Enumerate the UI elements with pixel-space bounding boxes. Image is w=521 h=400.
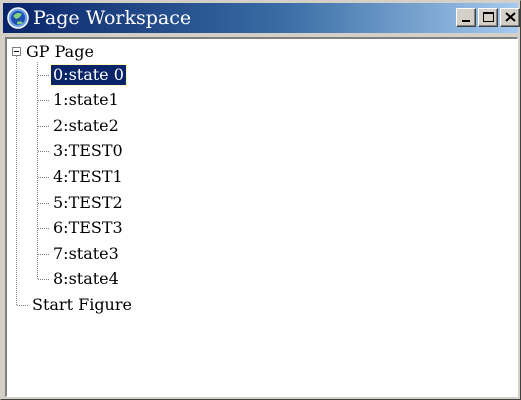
tree-item-start-figure[interactable]: Start Figure [30,295,134,315]
tree-item-test-2[interactable]: 5:TEST2 [51,193,125,213]
tree-item-state-3[interactable]: 7:state3 [51,244,121,264]
minimize-icon [462,20,470,22]
tree-root-gp-page[interactable]: GP Page [24,42,96,62]
minimize-button[interactable] [456,8,476,27]
tree-item-test-0[interactable]: 3:TEST0 [51,141,125,161]
page-tree-view[interactable]: GP Page 0:state 0 1:state1 2:state2 3:TE… [5,37,518,397]
maximize-icon [483,12,494,22]
tree-item-test-3[interactable]: 6:TEST3 [51,218,125,238]
title-bar[interactable]: Page Workspace [3,3,520,33]
tree-item-state-0[interactable]: 0:state 0 [50,64,127,86]
window-title: Page Workspace [33,7,192,29]
page-workspace-window: Page Workspace GP Page 0:state 0 1:state… [0,0,521,400]
globe-icon [7,7,29,29]
tree-item-state-2[interactable]: 2:state2 [51,116,121,136]
tree-item-state-4[interactable]: 8:state4 [51,269,121,289]
close-icon [505,12,516,22]
tree-item-test-1[interactable]: 4:TEST1 [51,167,125,187]
maximize-button[interactable] [478,8,498,27]
tree-item-state-1[interactable]: 1:state1 [51,90,121,110]
collapse-icon[interactable] [12,47,21,56]
close-button[interactable] [500,8,520,27]
